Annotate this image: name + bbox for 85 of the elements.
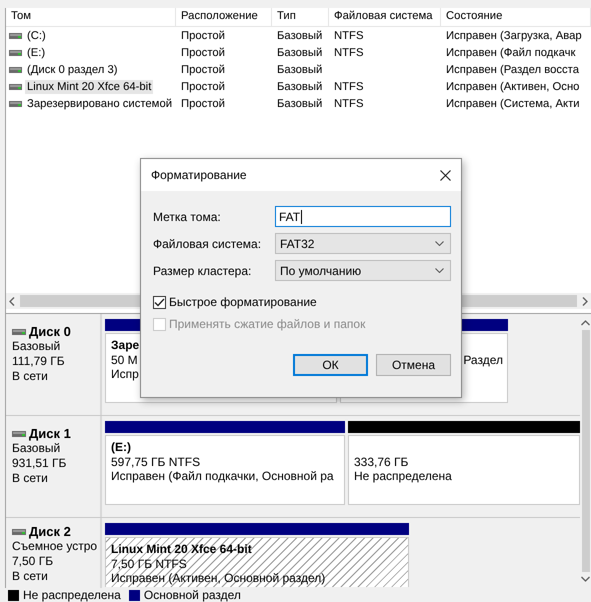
field-label: Размер кластера: <box>153 264 252 278</box>
partition-info: Исправен (Файл подкачки, Основной ра <box>111 469 334 484</box>
partition-block[interactable]: Linux Mint 20 Xfce 64-bit 7,50 ГБ NTFS Исправен (Активен, Основной раздел) <box>105 537 409 586</box>
cancel-button[interactable]: Отмена <box>376 354 451 376</box>
table-cell: Простой <box>181 46 225 58</box>
legend-label: Основной раздел <box>144 588 241 602</box>
drive-icon <box>9 100 22 106</box>
scroll-right-icon[interactable] <box>582 296 588 306</box>
checkbox-label: Применять сжатие файлов и папок <box>169 317 366 331</box>
dropdown[interactable]: По умолчанию <box>275 260 451 281</box>
table-cell: Простой <box>181 30 225 42</box>
table-cell: NTFS <box>334 80 364 92</box>
partition-info: Исправен (Активен, Основной раздел) <box>111 571 326 586</box>
partition-info: Испр <box>111 367 139 382</box>
checkbox[interactable] <box>153 296 166 308</box>
disk-info: 111,79 ГБ <box>12 354 66 369</box>
table-cell: Простой <box>181 64 225 76</box>
disk-info: 931,51 ГБ <box>12 456 68 471</box>
partition-block[interactable]: 333,76 ГБ Не распределена <box>348 435 580 505</box>
volume-name[interactable]: Linux Mint 20 Xfce 64-bit <box>25 80 154 94</box>
table-cell: NTFS <box>334 98 364 110</box>
disk-info: В сети <box>12 369 49 384</box>
disk-info: 7,50 ГБ <box>12 554 54 569</box>
drive-icon <box>12 430 26 436</box>
volume-name[interactable]: (E:) <box>25 46 48 60</box>
partition-info: 333,76 ГБ <box>354 454 408 469</box>
table-cell: Базовый <box>277 98 322 110</box>
table-cell: NTFS <box>334 46 364 58</box>
chevron-down-icon <box>435 268 444 273</box>
column-header[interactable]: Расположение <box>176 8 272 26</box>
disk-info: Базовый <box>12 441 62 456</box>
field-label: Файловая система: <box>153 236 262 250</box>
table-cell: Исправен (Загрузка, Авар <box>446 30 582 42</box>
partition-block[interactable]: (E:) 597,75 ГБ NTFS Исправен (Файл подкачки, Основной ра <box>105 435 345 505</box>
dialog-title: Форматирование <box>151 168 247 182</box>
table-cell: Исправен (Раздел восста <box>446 64 580 76</box>
disk-name: Диск 0 <box>29 324 71 339</box>
volume-name[interactable]: Зарезервировано системой <box>25 96 174 110</box>
column-header[interactable]: Файловая система <box>329 8 441 26</box>
volume-label-field[interactable]: FAT <box>275 206 451 227</box>
drive-icon <box>9 32 22 38</box>
partition-info: 597,75 ГБ NTFS <box>111 454 200 469</box>
drive-icon <box>12 328 26 334</box>
partition-title: (E:) <box>111 440 131 454</box>
field-label: Метка тома: <box>153 210 222 224</box>
scroll-up-icon[interactable] <box>581 320 590 326</box>
table-cell: Базовый <box>277 64 322 76</box>
partition-title: Linux Mint 20 Xfce 64-bit <box>111 542 252 556</box>
close-icon[interactable] <box>440 170 451 180</box>
partition-info: Раздел <box>463 352 503 367</box>
volume-name[interactable]: (C:) <box>25 28 48 42</box>
table-cell: Базовый <box>277 30 322 42</box>
legend-label: Не распределена <box>23 588 121 602</box>
disk-name: Диск 1 <box>29 426 71 441</box>
drive-icon <box>9 50 22 56</box>
table-cell: Базовый <box>277 80 322 92</box>
checkbox-label: Быстрое форматирование <box>169 295 317 309</box>
column-header[interactable]: Том <box>6 8 176 26</box>
volume-name[interactable]: (Диск 0 раздел 3) <box>25 62 120 76</box>
partition-info: 50 М <box>111 352 138 367</box>
column-header[interactable]: Состояние <box>441 8 591 26</box>
partition-title: Заре <box>111 338 140 352</box>
chevron-down-icon <box>435 241 444 246</box>
dropdown[interactable]: FAT32 <box>275 233 451 254</box>
partition-info: Не распределена <box>354 469 452 484</box>
table-cell: Исправен (Файл подкачк <box>446 46 576 58</box>
drive-icon <box>9 84 22 90</box>
disk-info: В сети <box>12 569 49 584</box>
table-cell: NTFS <box>334 30 364 42</box>
table-cell: Простой <box>181 98 225 110</box>
table-cell: Простой <box>181 80 225 92</box>
column-header[interactable]: Тип <box>272 8 329 26</box>
disk-info: В сети <box>12 471 49 486</box>
drive-icon <box>12 528 26 534</box>
scroll-down-icon[interactable] <box>581 576 590 582</box>
disk-info: Съемное устро <box>12 539 94 554</box>
scroll-left-icon[interactable] <box>9 296 15 306</box>
ok-button[interactable]: ОК <box>293 354 368 376</box>
table-cell: Базовый <box>277 46 322 58</box>
table-cell: Исправен (Система, Акти <box>446 98 580 110</box>
partition-info: 7,50 ГБ NTFS <box>111 556 187 571</box>
disk-name: Диск 2 <box>29 524 71 539</box>
drive-icon <box>9 66 22 72</box>
table-cell: Исправен (Активен, Осно <box>446 80 580 92</box>
disk-info: Базовый <box>12 339 62 354</box>
